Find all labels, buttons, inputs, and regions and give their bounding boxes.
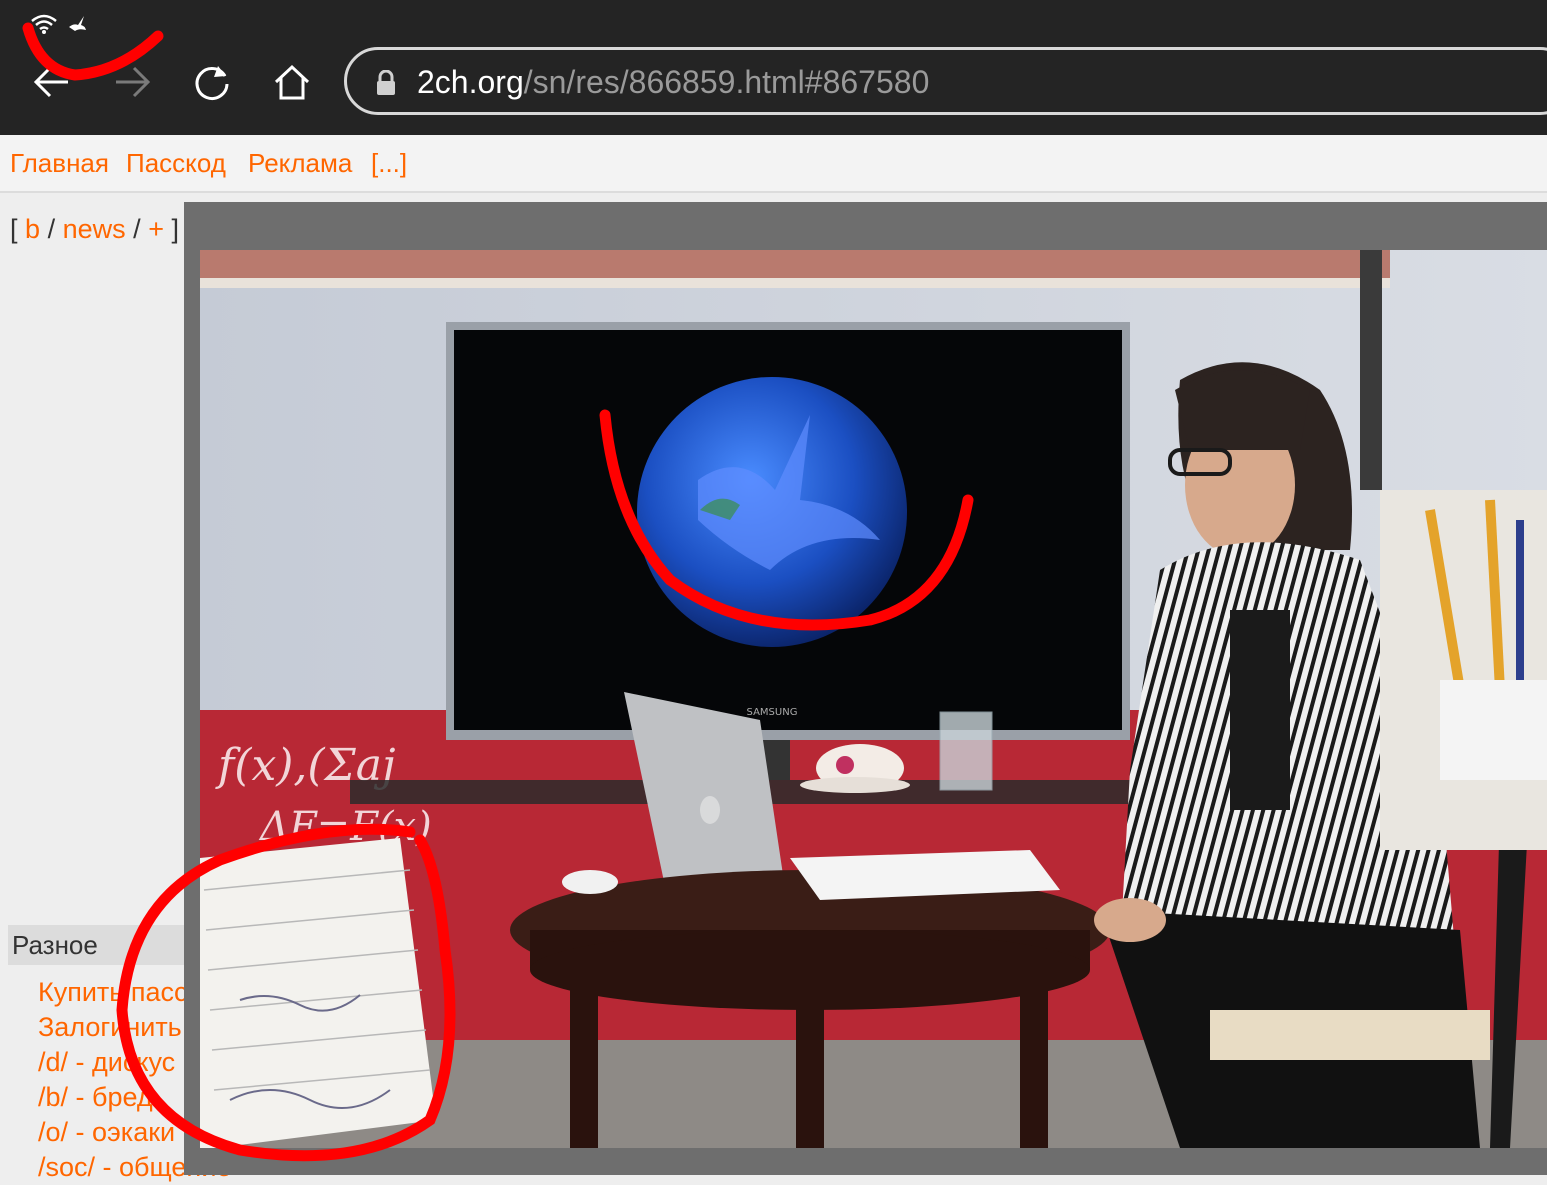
- board-link-add[interactable]: +: [148, 214, 164, 244]
- home-icon: [274, 64, 310, 100]
- back-arrow-icon: [33, 66, 68, 98]
- home-button[interactable]: [268, 58, 316, 106]
- sidebar-section-title: Разное: [12, 930, 98, 960]
- nav-link-passcode[interactable]: Пасскод: [126, 147, 226, 179]
- dove-icon: [69, 16, 86, 31]
- nav-link-more[interactable]: [...]: [371, 147, 407, 179]
- address-bar[interactable]: 2ch.org/sn/res/866859.html#867580: [344, 47, 1547, 115]
- reload-icon: [195, 66, 229, 100]
- url-host: 2ch.org: [417, 64, 524, 100]
- board-sep: /: [47, 214, 56, 244]
- browser-toolbar: 2ch.org/sn/res/866859.html#867580: [0, 0, 1547, 135]
- board-sep: /: [133, 214, 141, 244]
- board-list-open: [: [10, 214, 18, 244]
- back-button[interactable]: [28, 58, 76, 106]
- url-path: /sn/res/866859.html#867580: [523, 64, 930, 100]
- forward-arrow-icon: [116, 66, 151, 98]
- lock-icon: [377, 70, 395, 95]
- media-viewer-image[interactable]: f(x),(Σaj ΔF=F(x) SAMSUNG: [200, 250, 1547, 1148]
- svg-text:ΔF=F(x): ΔF=F(x): [258, 804, 432, 850]
- studio-scene: f(x),(Σaj ΔF=F(x) SAMSUNG: [200, 250, 1547, 1148]
- board-link-news[interactable]: news: [63, 214, 126, 244]
- site-nav: Главная Пасскод Реклама [...]: [0, 135, 1547, 193]
- status-bar: [30, 12, 88, 36]
- forward-button[interactable]: [108, 58, 156, 106]
- board-list-close: ]: [171, 214, 179, 244]
- board-link-b[interactable]: b: [25, 214, 40, 244]
- wifi-icon: [31, 14, 57, 34]
- tv-brand-label: SAMSUNG: [747, 707, 798, 718]
- nav-link-home[interactable]: Главная: [10, 147, 109, 179]
- reload-button[interactable]: [188, 58, 236, 106]
- url-text: 2ch.org/sn/res/866859.html#867580: [417, 62, 929, 102]
- board-list: [ b / news / + ]: [10, 212, 179, 246]
- nav-link-ads[interactable]: Реклама: [248, 147, 352, 179]
